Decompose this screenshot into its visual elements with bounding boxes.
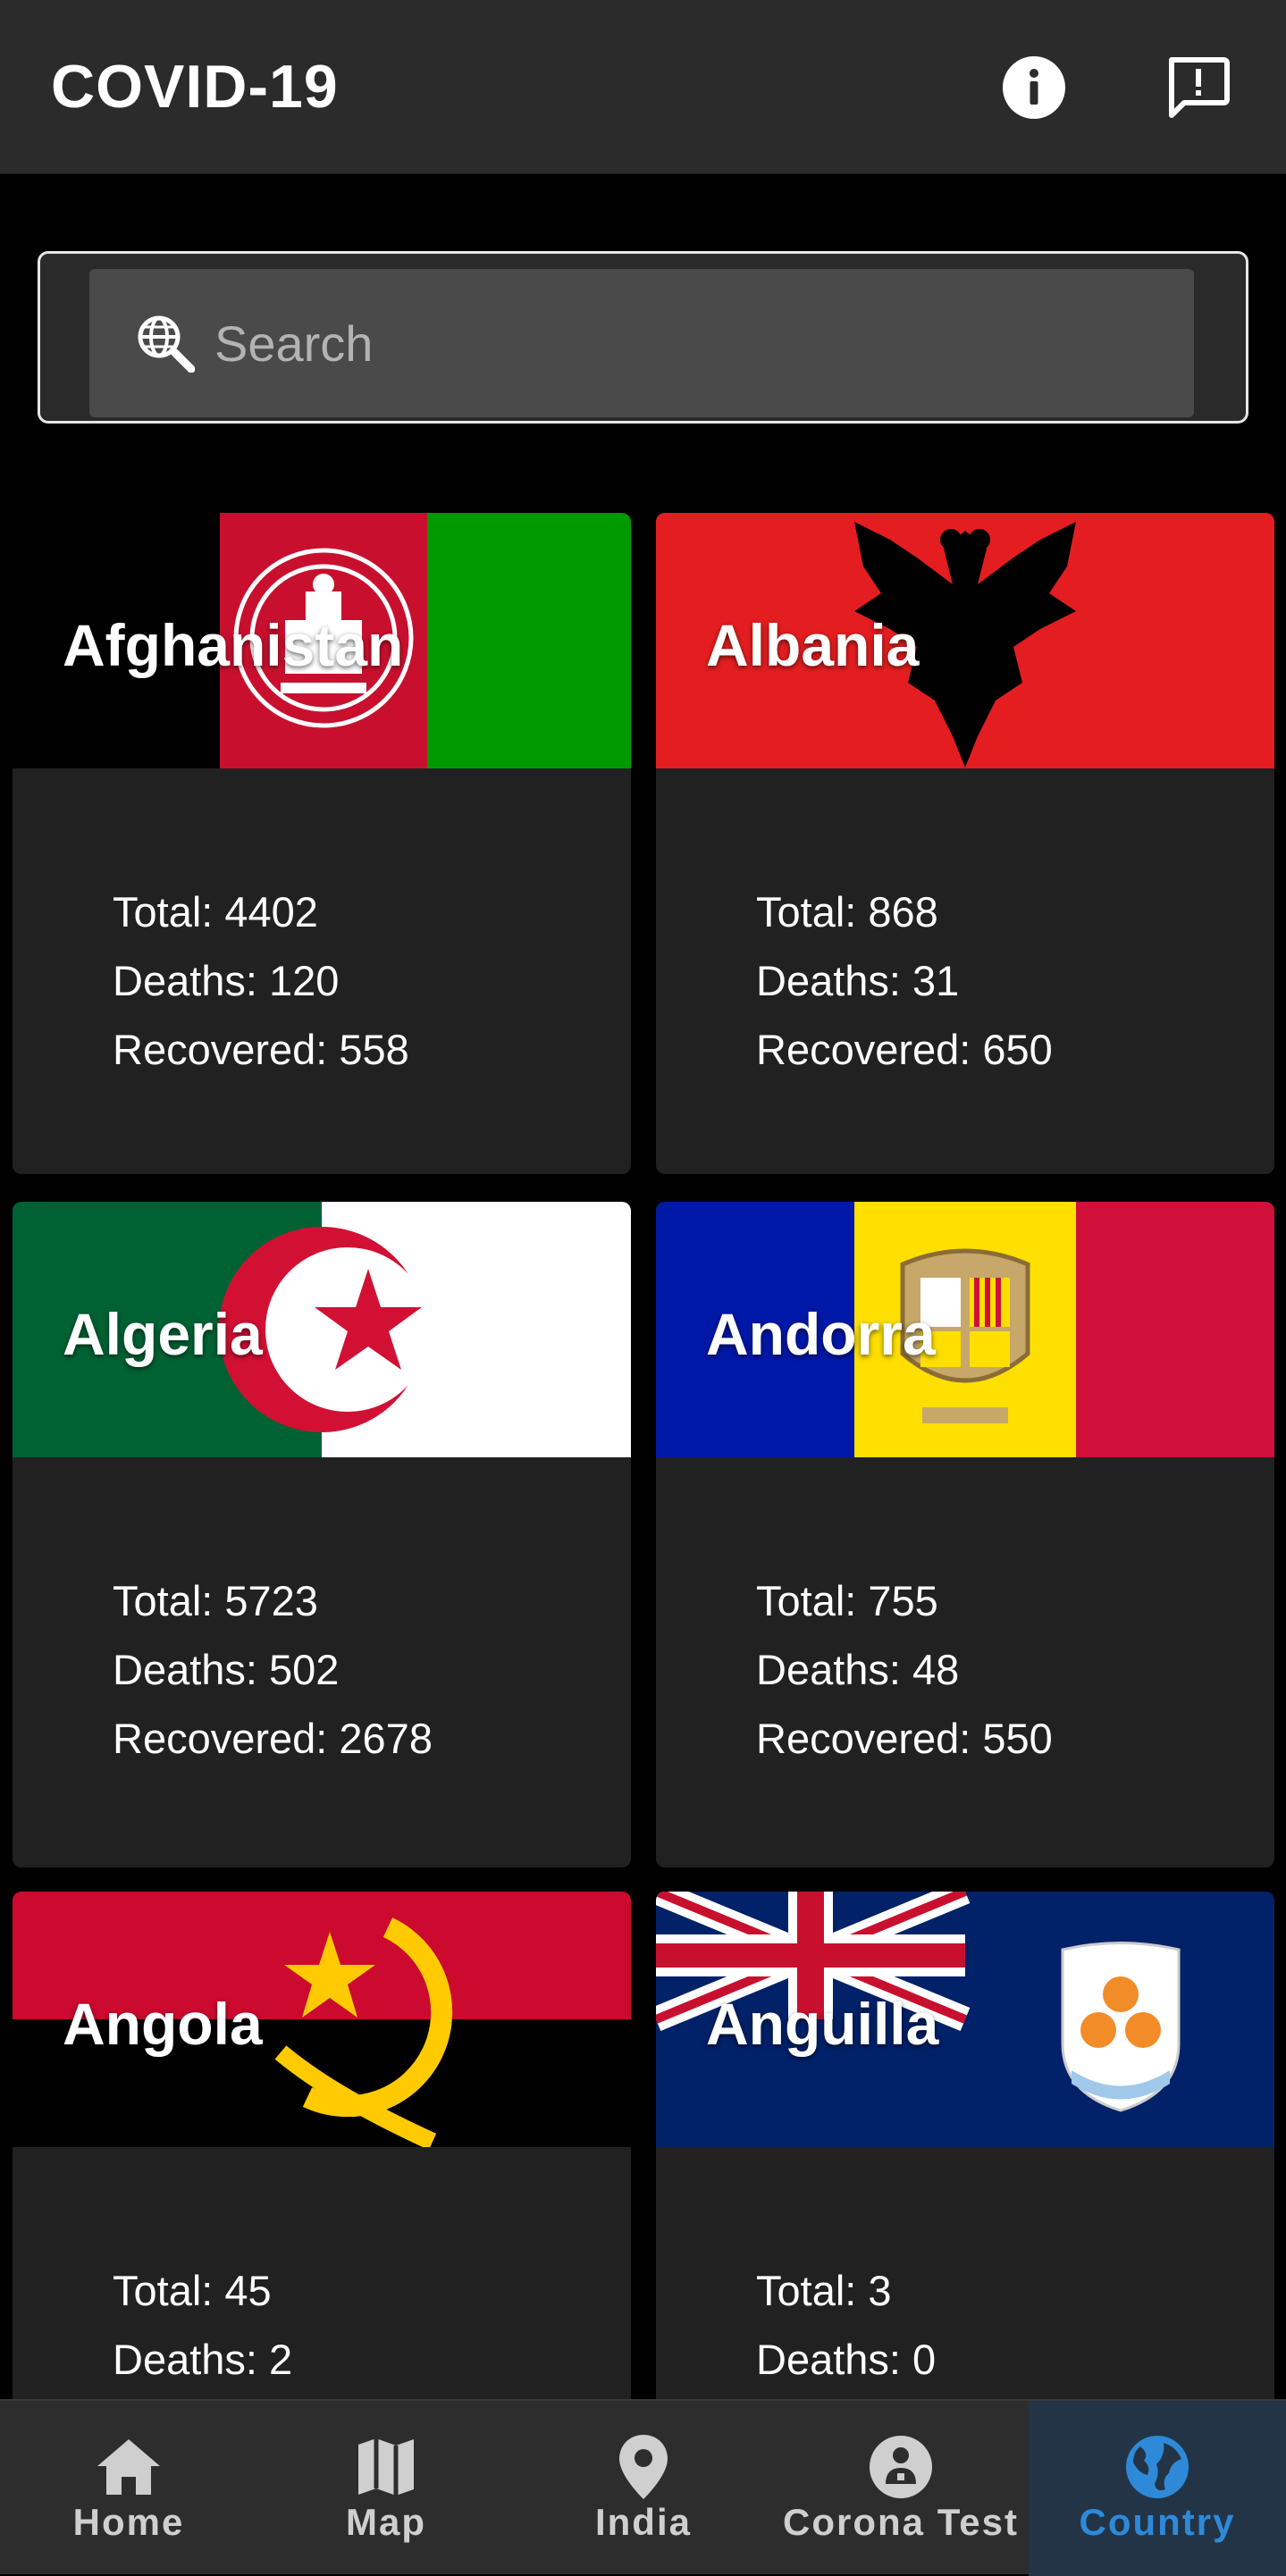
nav-corona-test[interactable]: Corona Test [772,2401,1030,2576]
nav-country[interactable]: Country [1029,2401,1286,2576]
total-cases: Total: 755 [756,1577,938,1624]
recovered: Recovered: 2678 [113,1715,433,1762]
total-cases: Total: 4402 [113,888,318,936]
country-stats: Total: 45 Deaths: 2 [113,2256,292,2394]
nav-map-label: Map [346,2501,426,2543]
country-card-anguilla[interactable]: Anguilla Total: 3 Deaths: 0 [656,1892,1274,2428]
nav-india[interactable]: India [515,2401,772,2576]
country-stats: Total: 868 Deaths: 31 Recovered: 650 [756,877,1053,1084]
country-card-albania[interactable]: Albania Total: 868 Deaths: 31 Recovered:… [656,513,1274,1174]
total-cases: Total: 45 [113,2267,272,2314]
person-badge-icon [772,2431,1030,2503]
app-title: COVID-19 [51,53,339,121]
country-stats: Total: 4402 Deaths: 120 Recovered: 558 [113,877,409,1084]
globe-icon [1029,2431,1286,2503]
search-container [38,251,1248,424]
country-card-angola[interactable]: Angola Total: 45 Deaths: 2 [13,1892,631,2428]
search-input[interactable] [213,313,1110,373]
info-icon[interactable] [998,52,1070,123]
nav-india-label: India [594,2501,692,2543]
nav-map[interactable]: Map [257,2401,515,2576]
recovered: Recovered: 550 [756,1715,1053,1762]
country-card-afghanistan[interactable]: Afghanistan Total: 4402 Deaths: 120 Reco… [13,513,631,1174]
deaths: Deaths: 48 [756,1646,960,1693]
search-field[interactable] [89,269,1194,417]
home-icon [0,2431,257,2503]
country-name: Andorra [706,1301,936,1367]
country-name: Albania [706,612,920,678]
deaths: Deaths: 31 [756,957,960,1004]
nav-home[interactable]: Home [0,2401,257,2576]
app-bar: COVID-19 [0,0,1286,174]
nav-country-label: Country [1079,2501,1236,2543]
country-card-algeria[interactable]: Algeria Total: 5723 Deaths: 502 Recovere… [13,1202,631,1867]
bottom-navigation: Home Map India Corona Test Country [0,2399,1286,2576]
map-icon [257,2431,515,2503]
country-name: Afghanistan [63,612,404,678]
total-cases: Total: 3 [756,2267,892,2314]
deaths: Deaths: 502 [113,1646,340,1693]
country-card-andorra[interactable]: Andorra Total: 755 Deaths: 48 Recovered:… [656,1202,1274,1867]
deaths: Deaths: 2 [113,2336,293,2383]
total-cases: Total: 868 [756,888,938,936]
globe-search-icon [134,312,197,374]
deaths: Deaths: 0 [756,2336,937,2383]
country-stats: Total: 3 Deaths: 0 [756,2256,936,2394]
recovered: Recovered: 650 [756,1026,1053,1073]
location-pin-icon [515,2431,772,2503]
country-stats: Total: 5723 Deaths: 502 Recovered: 2678 [113,1566,433,1773]
country-stats: Total: 755 Deaths: 48 Recovered: 550 [756,1566,1053,1773]
country-name: Anguilla [706,1991,939,2057]
feedback-icon[interactable] [1162,52,1233,123]
nav-corona-test-label: Corona Test [783,2501,1019,2543]
country-name: Algeria [63,1301,263,1367]
total-cases: Total: 5723 [113,1577,318,1624]
deaths: Deaths: 120 [113,957,340,1004]
recovered: Recovered: 558 [113,1026,409,1073]
country-name: Angola [63,1991,263,2057]
nav-home-label: Home [72,2501,185,2543]
